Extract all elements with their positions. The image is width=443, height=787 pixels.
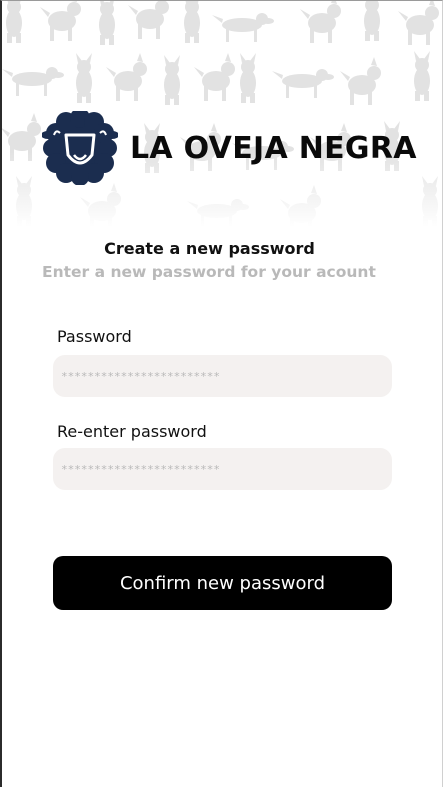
confirm-password-button[interactable]: Confirm new password	[53, 556, 392, 610]
app-screen: LA OVEJA NEGRA Create a new password Ent…	[0, 0, 443, 787]
reenter-password-field[interactable]	[53, 448, 392, 490]
sheep-logo-icon	[42, 111, 118, 185]
page-title: Create a new password	[104, 239, 315, 258]
brand-name: LA OVEJA NEGRA	[130, 131, 417, 166]
reenter-password-label: Re-enter password	[57, 422, 207, 441]
password-label: Password	[57, 327, 132, 346]
password-field[interactable]	[53, 355, 392, 397]
page-subtitle: Enter a new password for your acount	[42, 263, 376, 281]
